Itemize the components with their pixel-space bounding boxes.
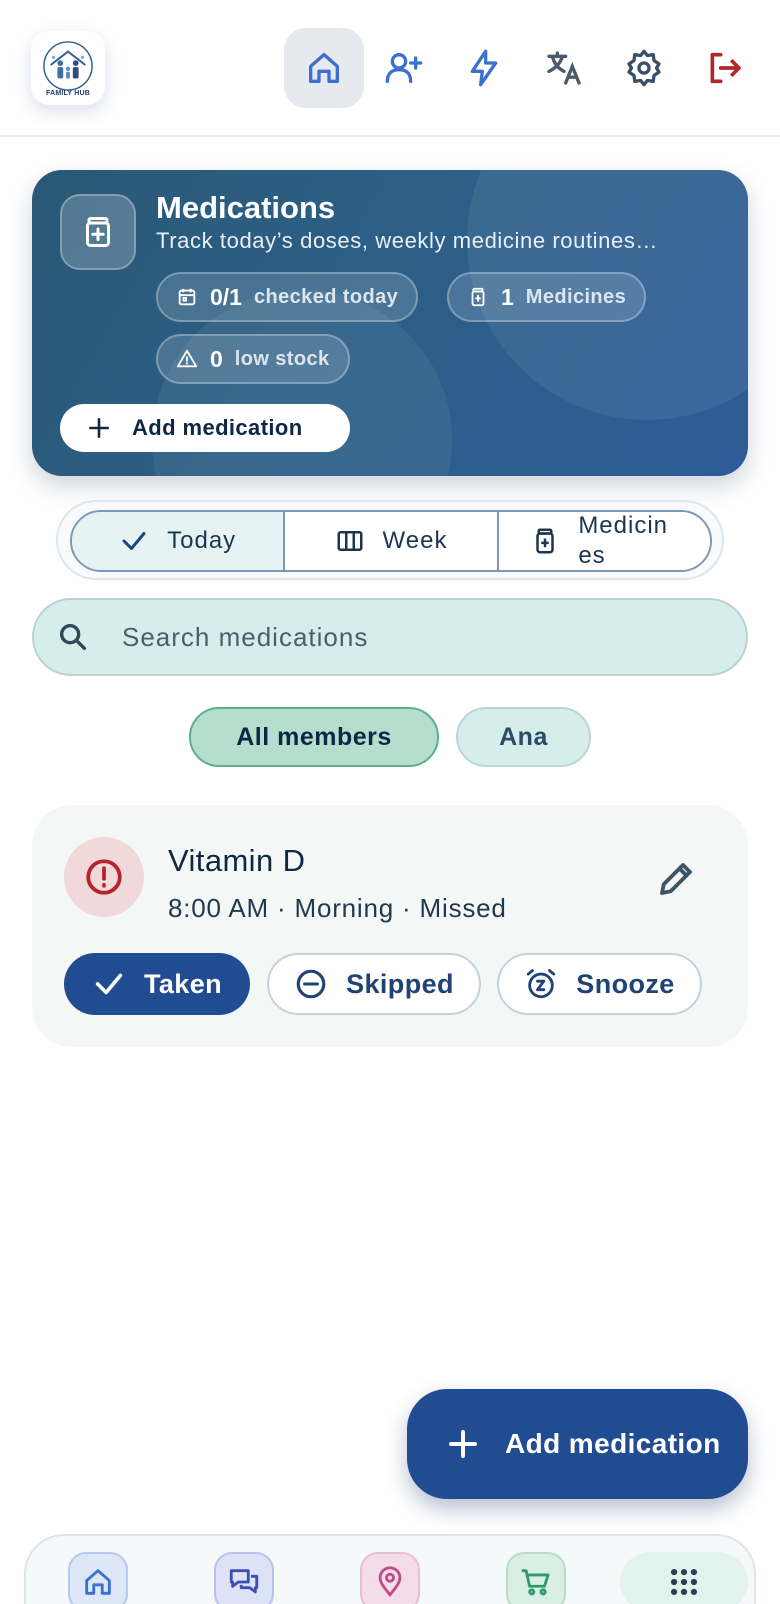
plus-icon — [449, 1430, 477, 1458]
medicines-count-value: 1 — [501, 283, 514, 310]
tab-medicines[interactable]: Medicin es — [498, 512, 710, 570]
nav-settings-button[interactable] — [604, 28, 684, 108]
search-input[interactable] — [122, 621, 682, 653]
search-icon — [59, 623, 87, 651]
apps-grid-icon — [670, 1568, 698, 1596]
nav-logout-button[interactable] — [684, 28, 764, 108]
logout-icon — [710, 52, 741, 84]
low-stock-label: low stock — [234, 347, 330, 370]
tab-medicines-label: Medicin es — [578, 512, 669, 569]
gear-icon — [627, 49, 661, 87]
bottom-nav-location[interactable] — [360, 1552, 420, 1604]
checked-today-value: 0/1 — [210, 283, 242, 310]
location-pin-icon — [378, 1566, 402, 1597]
pencil-icon — [660, 863, 692, 895]
cart-icon — [521, 1569, 550, 1596]
bottom-nav-home[interactable] — [68, 1552, 128, 1604]
add-medication-label: Add medication — [132, 415, 303, 440]
snooze-label: Snooze — [576, 968, 675, 999]
filter-member-ana[interactable]: Ana — [456, 707, 591, 767]
logo-text: FAMILY HUB — [45, 89, 90, 97]
medication-schedule: 8:00 AM · Morning · Missed — [168, 893, 507, 923]
bottom-nav-shopping[interactable] — [506, 1552, 566, 1604]
nav-add-member-button[interactable] — [364, 28, 444, 108]
bolt-icon — [470, 49, 498, 87]
add-medication-fab[interactable]: Add medication — [407, 1389, 748, 1499]
translate-icon — [547, 51, 581, 85]
top-bar: FAMILY HUB — [0, 0, 780, 137]
bottom-nav-chat[interactable] — [214, 1552, 274, 1604]
skipped-label: Skipped — [346, 968, 454, 999]
warning-icon — [176, 349, 198, 368]
bottom-nav-more[interactable] — [620, 1552, 748, 1604]
snooze-button[interactable]: Snooze — [497, 953, 702, 1015]
calendar-icon — [178, 288, 196, 306]
home-icon — [85, 1569, 111, 1595]
columns-icon — [337, 531, 363, 551]
medicine-bottle-icon — [86, 217, 110, 247]
add-user-icon — [385, 53, 423, 84]
tab-today[interactable]: Today — [72, 512, 286, 570]
medicine-bottle-icon — [536, 528, 555, 554]
medicine-bottle-icon — [471, 287, 485, 307]
minus-circle-icon — [296, 969, 326, 999]
tab-week-label: Week — [382, 527, 448, 554]
edit-medication-button[interactable] — [652, 855, 700, 903]
plus-icon — [89, 418, 109, 438]
chat-icon — [229, 1569, 259, 1594]
medication-name: Vitamin D — [168, 843, 306, 878]
checked-today-chip: 0/1 checked today — [156, 272, 419, 322]
medicines-count-label: Medicines — [525, 285, 627, 308]
hero-title: Medications — [156, 190, 336, 225]
taken-button[interactable]: Taken — [64, 953, 250, 1015]
nav-quick-actions-button[interactable] — [444, 28, 524, 108]
add-medication-button[interactable]: Add medication — [60, 404, 350, 452]
medicine-bottle-badge — [60, 194, 136, 270]
check-icon — [122, 532, 146, 550]
check-icon — [95, 973, 123, 995]
low-stock-chip: 0 low stock — [156, 334, 350, 384]
alarm-snooze-icon — [527, 969, 556, 999]
fab-label: Add medication — [505, 1428, 721, 1459]
bottom-navigation — [24, 1534, 756, 1604]
alert-circle-icon — [86, 859, 122, 895]
medications-hero-card: Medications Track today’s doses, weekly … — [32, 170, 748, 476]
nav-home-button[interactable] — [284, 28, 364, 108]
family-hub-logo[interactable]: FAMILY HUB — [31, 31, 105, 105]
search-bar — [32, 598, 748, 676]
medication-card: Vitamin D 8:00 AM · Morning · Missed Tak… — [32, 805, 748, 1047]
nav-language-button[interactable] — [524, 28, 604, 108]
checked-today-label: checked today — [253, 285, 399, 308]
low-stock-value: 0 — [210, 345, 223, 372]
filter-all-members[interactable]: All members — [189, 707, 439, 767]
medicines-count-chip: 1 Medicines — [447, 272, 647, 322]
skipped-button[interactable]: Skipped — [267, 953, 481, 1015]
tab-week[interactable]: Week — [285, 512, 499, 570]
taken-label: Taken — [143, 968, 223, 999]
hero-subtitle: Track today’s doses, weekly medicine rou… — [156, 228, 659, 253]
family-logo-icon — [43, 40, 93, 91]
home-icon — [309, 53, 339, 84]
view-tabs: Today Week Medicin es — [56, 500, 724, 580]
tab-today-label: Today — [167, 527, 237, 554]
missed-status-badge — [64, 837, 144, 917]
